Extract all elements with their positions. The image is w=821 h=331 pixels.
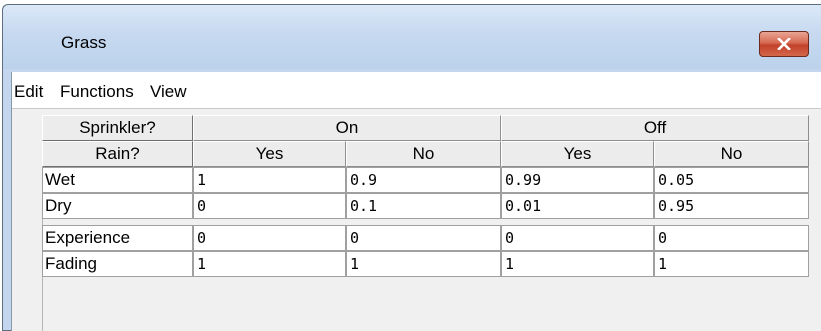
col-header-sprinkler-off[interactable]: Off xyxy=(501,115,809,141)
menu-view[interactable]: View xyxy=(150,82,187,102)
col-header-rain-yes[interactable]: Yes xyxy=(501,141,654,167)
value-cell[interactable]: 0.01 xyxy=(501,193,654,219)
row-label-wet: Wet xyxy=(42,167,193,193)
value-cell[interactable]: 1 xyxy=(501,251,654,277)
row-label-fading: Fading xyxy=(42,251,193,277)
menu-bar: Edit Functions View xyxy=(12,72,821,108)
value-cell[interactable]: 0 xyxy=(193,225,346,251)
value-cell[interactable]: 1 xyxy=(193,251,346,277)
menu-functions[interactable]: Functions xyxy=(60,82,134,102)
value-cell[interactable]: 1 xyxy=(193,167,346,193)
col-header-rain-yes[interactable]: Yes xyxy=(193,141,346,167)
row-header-sprinkler[interactable]: Sprinkler? xyxy=(42,115,193,141)
window: Grass Edit Functions View Sprinkler? On … xyxy=(2,4,821,331)
value-cell[interactable]: 0.95 xyxy=(654,193,809,219)
value-cell[interactable]: 0.1 xyxy=(346,193,501,219)
value-cell[interactable]: 0 xyxy=(654,225,809,251)
title-bar[interactable]: Grass xyxy=(3,5,821,69)
close-icon xyxy=(777,38,791,50)
col-header-rain-no[interactable]: No xyxy=(654,141,809,167)
client-area: Edit Functions View Sprinkler? On Off Ra… xyxy=(11,72,821,331)
row-label-dry: Dry xyxy=(42,193,193,219)
value-cell[interactable]: 0 xyxy=(193,193,346,219)
col-header-sprinkler-on[interactable]: On xyxy=(193,115,501,141)
value-cell[interactable]: 0.9 xyxy=(346,167,501,193)
row-header-rain[interactable]: Rain? xyxy=(42,141,193,167)
value-cell[interactable]: 1 xyxy=(346,251,501,277)
value-cell[interactable]: 0.99 xyxy=(501,167,654,193)
col-header-rain-no[interactable]: No xyxy=(346,141,501,167)
probability-grid: Sprinkler? On Off Rain? Yes No Yes No We… xyxy=(12,108,821,331)
value-cell[interactable]: 0 xyxy=(346,225,501,251)
window-title: Grass xyxy=(61,33,107,52)
value-cell[interactable]: 1 xyxy=(654,251,809,277)
value-cell[interactable]: 0.05 xyxy=(654,167,809,193)
menu-edit[interactable]: Edit xyxy=(14,82,43,102)
close-button[interactable] xyxy=(759,31,809,57)
row-label-experience: Experience xyxy=(42,225,193,251)
value-cell[interactable]: 0 xyxy=(501,225,654,251)
